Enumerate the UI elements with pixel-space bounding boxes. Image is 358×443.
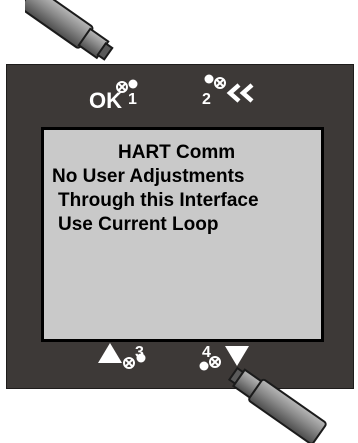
- button-3-number: 3: [135, 344, 144, 361]
- lcd-display: HART Comm No User Adjustments Through th…: [41, 127, 324, 342]
- display-line-4: Use Current Loop: [58, 214, 219, 235]
- display-line-3: Through this Interface: [58, 190, 259, 211]
- button-1-number: 1: [128, 91, 137, 108]
- display-line-1: HART Comm: [118, 142, 236, 163]
- magnet-sensor-icon-4[interactable]: [199, 355, 223, 377]
- display-line-2: No User Adjustments: [52, 166, 245, 187]
- triangle-up-icon[interactable]: [97, 342, 123, 364]
- button-2-number: 2: [202, 91, 211, 108]
- device-panel: OK 1 2 HART Comm No User Adjustments Thr…: [6, 64, 354, 389]
- magnetic-probe-bottom: [227, 366, 327, 443]
- double-chevron-left-icon[interactable]: [225, 82, 257, 104]
